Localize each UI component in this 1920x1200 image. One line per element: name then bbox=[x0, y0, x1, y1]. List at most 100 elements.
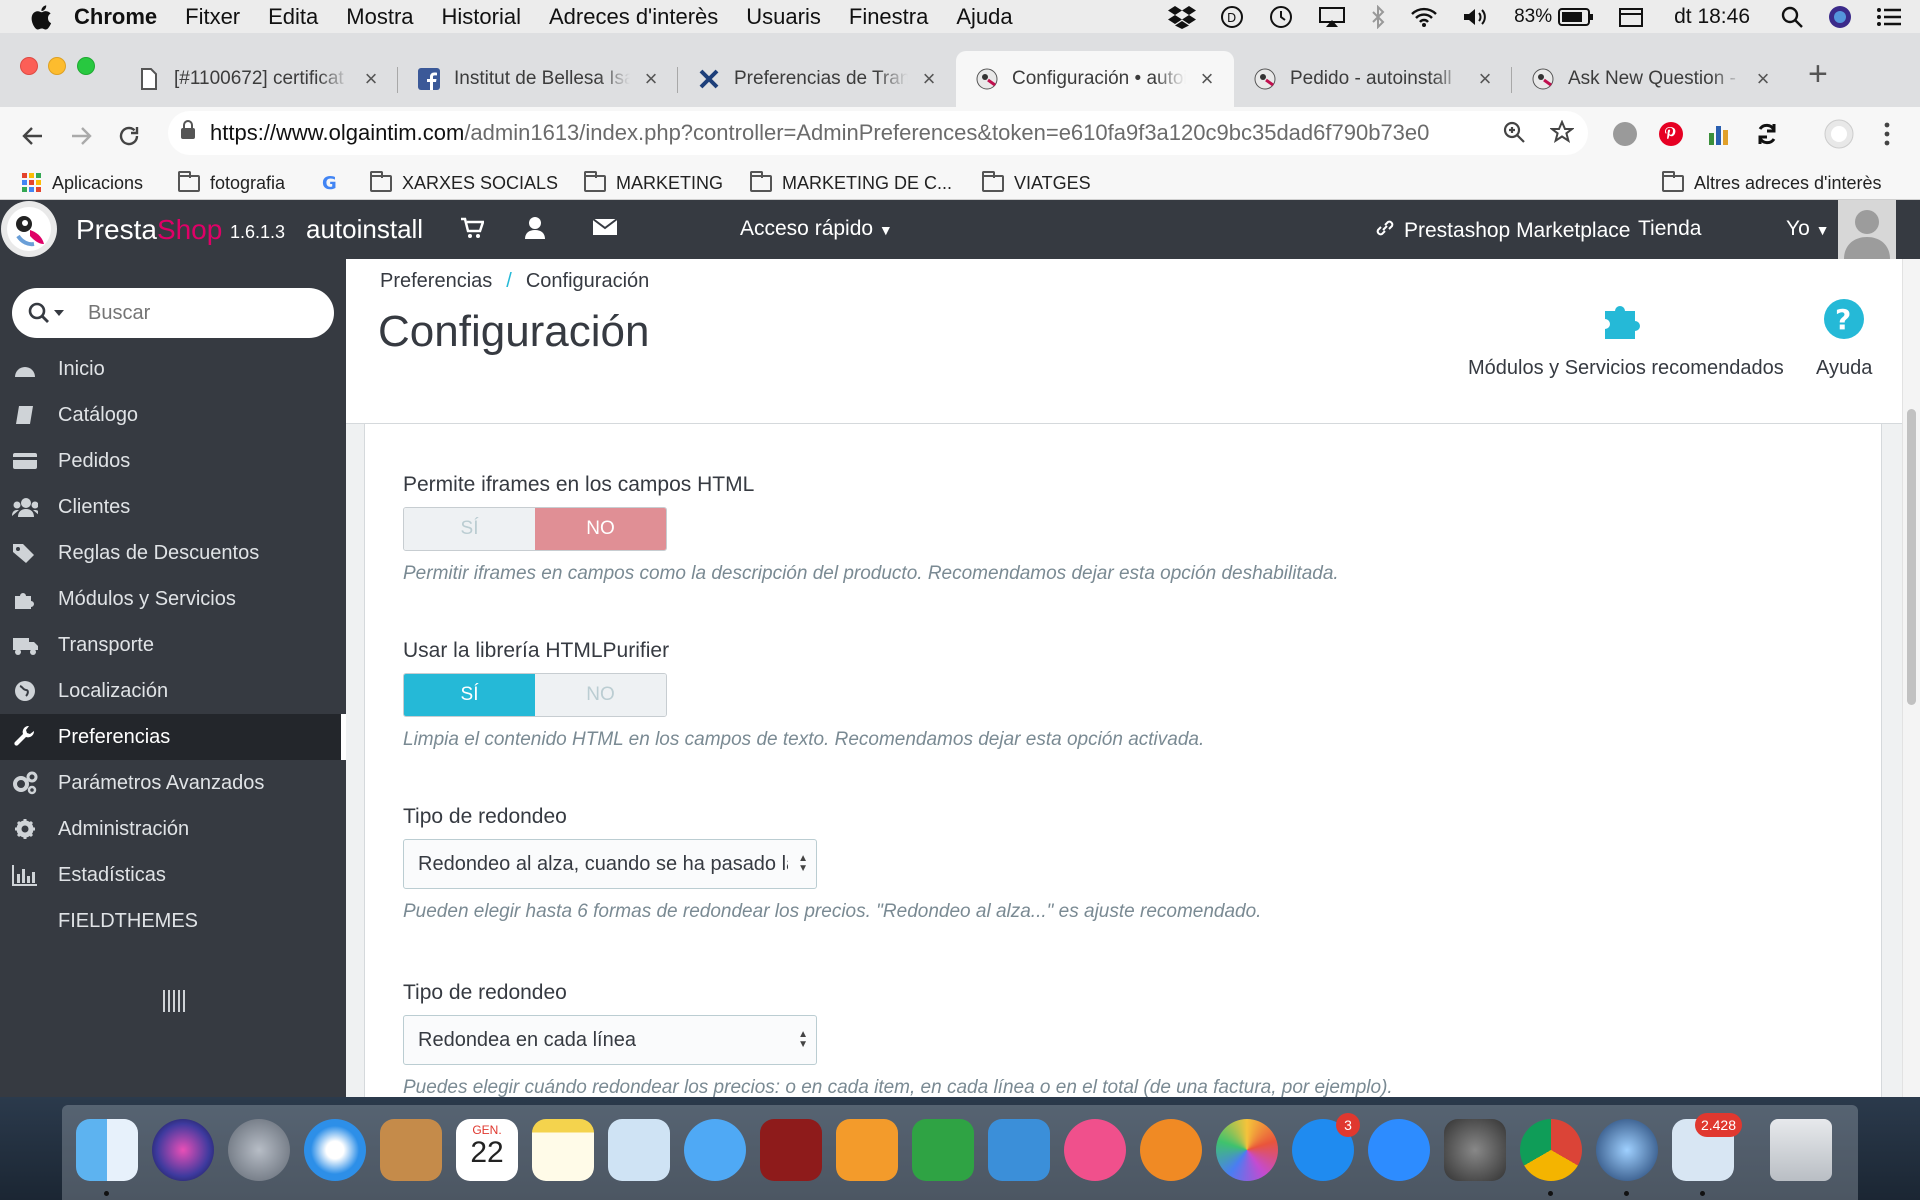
bookmark-other-folder[interactable]: Altres adreces d'interès bbox=[1662, 170, 1882, 196]
clock[interactable]: dt 18:46 bbox=[1674, 5, 1750, 29]
close-tab-icon[interactable]: × bbox=[640, 66, 662, 92]
close-tab-icon[interactable]: × bbox=[1474, 66, 1496, 92]
notes-icon[interactable] bbox=[532, 1119, 594, 1181]
recommended-modules-button[interactable]: Módulos y Servicios recomendados bbox=[1468, 297, 1784, 380]
bookmark-folder[interactable]: XARXES SOCIALS bbox=[370, 170, 558, 196]
keynote-icon[interactable] bbox=[988, 1119, 1050, 1181]
chrome-icon[interactable] bbox=[1520, 1119, 1582, 1181]
quicktime-icon[interactable] bbox=[1596, 1119, 1658, 1181]
quick-access-menu[interactable]: Acceso rápido ▼ bbox=[740, 217, 893, 241]
bookmark-folder[interactable]: VIATGES bbox=[982, 170, 1091, 196]
marketplace-link[interactable]: Prestashop Marketplace bbox=[1374, 217, 1630, 245]
bookmark-folder[interactable]: fotografia bbox=[178, 170, 285, 196]
sidebar-item-administracion[interactable]: Administración bbox=[0, 806, 346, 852]
close-window-button[interactable] bbox=[20, 57, 38, 75]
iframes-no-option[interactable]: NO bbox=[535, 508, 666, 550]
menu-item-historial[interactable]: Historial bbox=[442, 4, 521, 30]
mail-icon[interactable]: 2.428 bbox=[1672, 1113, 1742, 1181]
google-bookmark[interactable]: G bbox=[320, 170, 350, 196]
calendar-menu-icon[interactable] bbox=[1618, 6, 1644, 28]
address-bar[interactable]: https://www.olgaintim.com/admin1613/inde… bbox=[168, 111, 1588, 155]
sidebar-item-localizacion[interactable]: Localización bbox=[0, 668, 346, 714]
bookmark-folder[interactable]: MARKETING bbox=[584, 170, 723, 196]
time-machine-icon[interactable] bbox=[1268, 5, 1294, 29]
sidebar-item-preferencias[interactable]: Preferencias bbox=[0, 714, 346, 760]
itunes-icon[interactable] bbox=[1064, 1119, 1126, 1181]
cart-icon[interactable] bbox=[460, 216, 485, 245]
apple-icon[interactable] bbox=[30, 4, 52, 30]
chrome-menu-icon[interactable] bbox=[1872, 119, 1902, 149]
sidebar-item-parametros-avanzados[interactable]: Parámetros Avanzados bbox=[0, 760, 346, 806]
sidebar-item-estadisticas[interactable]: Estadísticas bbox=[0, 852, 346, 898]
menu-item-fitxer[interactable]: Fitxer bbox=[185, 4, 240, 30]
close-tab-icon[interactable]: × bbox=[360, 66, 382, 92]
extension-gray-icon[interactable] bbox=[1610, 119, 1640, 149]
disk-icon[interactable]: D bbox=[1220, 5, 1244, 29]
lock-icon[interactable] bbox=[180, 120, 196, 146]
menu-item-mostra[interactable]: Mostra bbox=[346, 4, 413, 30]
bluetooth-icon[interactable] bbox=[1370, 4, 1386, 29]
user-icon[interactable] bbox=[524, 216, 546, 245]
photo-booth-icon[interactable] bbox=[760, 1119, 822, 1181]
app-store-icon[interactable]: 3 bbox=[1292, 1113, 1360, 1181]
sidebar-item-pedidos[interactable]: Pedidos bbox=[0, 438, 346, 484]
sidebar-item-clientes[interactable]: Clientes bbox=[0, 484, 346, 530]
page-scrollbar[interactable] bbox=[1902, 259, 1920, 1097]
browser-tab[interactable]: [#1100672] certificat × bbox=[118, 51, 398, 107]
spotlight-icon[interactable] bbox=[1780, 5, 1804, 29]
siri-icon[interactable] bbox=[1828, 5, 1852, 29]
envelope-icon[interactable] bbox=[592, 216, 618, 243]
photos-icon[interactable] bbox=[1216, 1119, 1278, 1181]
sync-extension-icon[interactable] bbox=[1752, 119, 1782, 149]
battery-icon[interactable] bbox=[1558, 7, 1594, 26]
round-type-select[interactable]: Redondea en cada línea ▲ ▼ bbox=[403, 1015, 817, 1065]
maximize-window-button[interactable] bbox=[77, 57, 95, 75]
prestashop-logo-icon[interactable] bbox=[0, 200, 60, 259]
bookmark-star-icon[interactable] bbox=[1549, 119, 1575, 150]
browser-tab-active[interactable]: Configuración • autoi × bbox=[956, 51, 1234, 107]
bookmark-folder[interactable]: MARKETING DE C... bbox=[750, 170, 952, 196]
zoom-icon[interactable] bbox=[1502, 120, 1526, 150]
account-menu[interactable]: Yo ▼ bbox=[1786, 217, 1829, 241]
search-input[interactable] bbox=[88, 301, 308, 325]
close-tab-icon[interactable]: × bbox=[1196, 66, 1218, 92]
analytics-extension-icon[interactable] bbox=[1704, 119, 1734, 149]
menu-item-usuaris[interactable]: Usuaris bbox=[746, 4, 821, 30]
menu-app-name[interactable]: Chrome bbox=[74, 4, 157, 30]
iframes-yes-option[interactable]: SÍ bbox=[404, 508, 535, 550]
finder-icon[interactable] bbox=[76, 1119, 138, 1181]
sidebar-item-fieldthemes[interactable]: FIELDTHEMES bbox=[0, 898, 346, 944]
launchpad-icon[interactable] bbox=[228, 1119, 290, 1181]
trash-icon[interactable] bbox=[1770, 1119, 1832, 1181]
close-tab-icon[interactable]: × bbox=[918, 66, 940, 92]
bookmark-apps[interactable]: Aplicacions bbox=[22, 170, 143, 196]
minimize-window-button[interactable] bbox=[48, 57, 66, 75]
pages-icon[interactable] bbox=[836, 1119, 898, 1181]
system-preferences-icon[interactable] bbox=[1444, 1119, 1506, 1181]
sidebar-item-descuentos[interactable]: Reglas de Descuentos bbox=[0, 530, 346, 576]
round-mode-select[interactable]: Redondeo al alza, cuando se ha pasado la… bbox=[403, 839, 817, 889]
sidebar-item-transporte[interactable]: Transporte bbox=[0, 622, 346, 668]
airplay-icon[interactable] bbox=[1318, 5, 1346, 29]
safari-icon[interactable] bbox=[304, 1119, 366, 1181]
close-tab-icon[interactable]: × bbox=[1752, 66, 1774, 92]
avatar[interactable] bbox=[1838, 200, 1896, 259]
dropbox-icon[interactable] bbox=[1168, 5, 1197, 29]
search-icon[interactable] bbox=[28, 302, 66, 324]
purifier-no-option[interactable]: NO bbox=[535, 674, 666, 716]
zoom-app-icon[interactable] bbox=[1368, 1119, 1430, 1181]
notification-center-icon[interactable] bbox=[1876, 6, 1902, 28]
browser-tab[interactable]: Pedido - autoinstall × bbox=[1234, 51, 1512, 107]
purifier-yes-option[interactable]: SÍ bbox=[404, 674, 535, 716]
volume-icon[interactable] bbox=[1462, 6, 1490, 28]
pinterest-icon[interactable] bbox=[1656, 119, 1686, 149]
forward-button[interactable] bbox=[64, 119, 98, 153]
browser-tab[interactable]: Ask New Question - F × bbox=[1512, 51, 1790, 107]
contacts-icon[interactable] bbox=[380, 1119, 442, 1181]
siri-icon[interactable] bbox=[152, 1119, 214, 1181]
sidebar-item-catalogo[interactable]: Catálogo bbox=[0, 392, 346, 438]
reload-button[interactable] bbox=[112, 119, 146, 153]
menu-item-finestra[interactable]: Finestra bbox=[849, 4, 928, 30]
numbers-icon[interactable] bbox=[912, 1119, 974, 1181]
scrollbar-thumb[interactable] bbox=[1907, 409, 1916, 705]
